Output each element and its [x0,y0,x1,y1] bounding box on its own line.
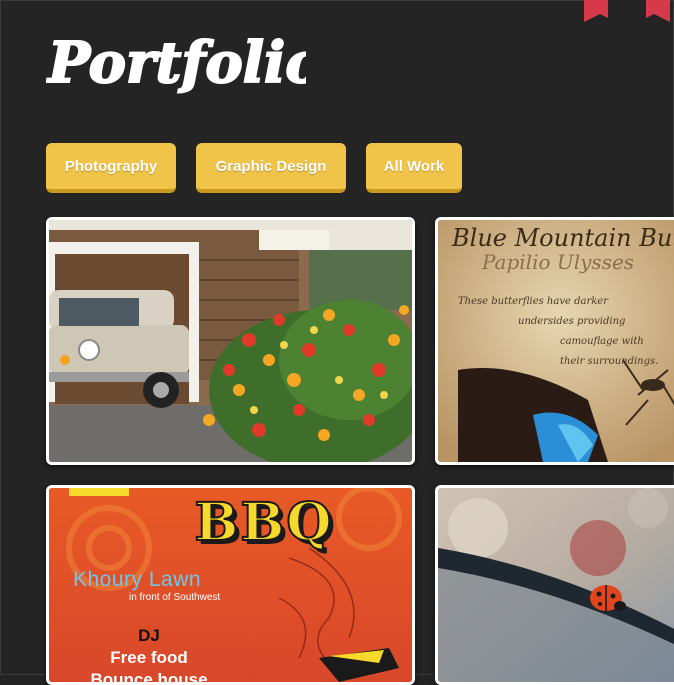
portfolio-tile-ladybug[interactable] [435,485,674,685]
butterfly-note-line: These butterflies have darker [458,296,608,307]
filter-all-work-button[interactable]: All Work [366,143,462,193]
portfolio-tile-bbq-poster[interactable]: BBQ Khoury Lawn in front of Southwest DJ… [46,485,415,685]
butterfly-note-line: their surroundings. [560,356,659,367]
butterfly-title: Blue Mountain But [452,224,674,252]
ribbon-bookmark[interactable] [584,0,670,22]
ladybug-image [438,488,674,682]
filter-bar: Photography Graphic Design All Work [46,143,462,193]
car-flowers-image [49,220,412,462]
bbq-line: Bounce house [90,670,208,685]
portfolio-tile-butterfly[interactable]: Blue Mountain But Papilio Ulysses These … [435,217,674,465]
butterfly-note-line: camouflage with [560,336,644,347]
filter-graphic-design-button[interactable]: Graphic Design [196,143,346,193]
site-logo[interactable]: Portfolio [45,20,324,115]
bbq-location-detail: in front of Southwest [129,592,221,603]
bbq-title: BBQ [193,491,334,554]
portfolio-tile-car-photo[interactable] [46,217,415,465]
bbq-line: DJ [138,626,160,645]
butterfly-subtitle: Papilio Ulysses [482,250,635,274]
filter-photography-button[interactable]: Photography [46,143,176,193]
bbq-location: Khoury Lawn [73,568,202,591]
logo-text: Portfolio [46,30,306,96]
butterfly-note-line: undersides providing [518,316,626,327]
bbq-line: Free food [110,648,188,667]
